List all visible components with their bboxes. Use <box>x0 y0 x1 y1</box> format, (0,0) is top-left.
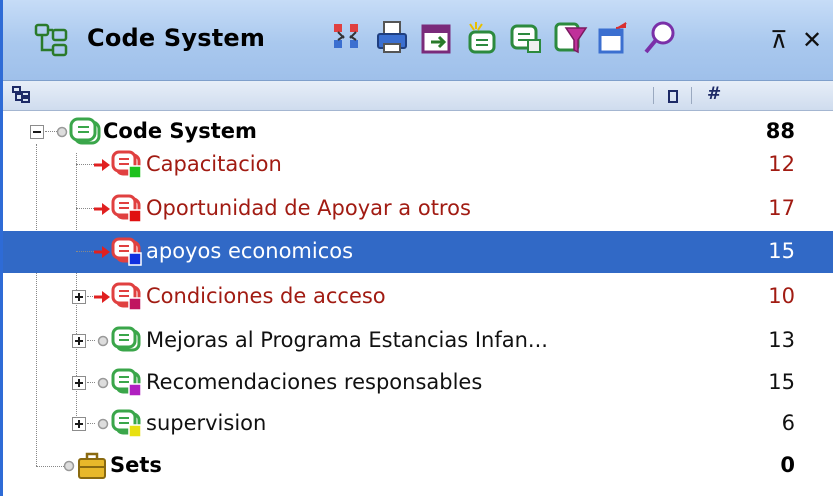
tree-row-sets[interactable]: Sets 0 <box>3 445 833 487</box>
column-separator[interactable] <box>653 87 654 104</box>
code-count: 17 <box>768 196 795 220</box>
sets-briefcase-icon <box>77 451 107 481</box>
code-label: Condiciones de acceso <box>146 284 386 308</box>
tree-row-code[interactable]: Condiciones de acceso 10 <box>3 276 833 318</box>
pin-panel-button[interactable]: ⊼ <box>770 26 788 54</box>
color-square-icon[interactable] <box>668 90 678 103</box>
code-label: supervision <box>146 411 267 435</box>
tree-structure-icon[interactable] <box>12 86 30 104</box>
code-label: Oportunidad de Apoyar a otros <box>146 196 471 220</box>
code-icon <box>111 326 143 356</box>
code-count: 15 <box>768 370 795 394</box>
tree-row-code[interactable]: supervision 6 <box>3 403 833 445</box>
tree-row-code[interactable]: Recomendaciones responsables 15 <box>3 362 833 404</box>
tree-row-code[interactable]: Mejoras al Programa Estancias Infan... 13 <box>3 320 833 362</box>
code-label: Capacitacion <box>146 152 282 176</box>
panel-title: Code System <box>87 24 266 52</box>
activated-arrow-icon <box>94 289 112 305</box>
code-count: 12 <box>768 152 795 176</box>
code-icon <box>111 409 143 439</box>
tree-root-label: Code System <box>103 119 257 143</box>
code-icon <box>111 282 143 312</box>
activated-arrow-icon <box>94 201 112 217</box>
code-count: 6 <box>781 411 795 435</box>
code-label: apoyos economicos <box>146 239 354 263</box>
code-system-tree-icon <box>33 22 69 58</box>
transfer-icon[interactable] <box>598 20 632 56</box>
sets-label: Sets <box>110 453 162 477</box>
expand-toggle[interactable] <box>72 290 86 304</box>
code-system-icon <box>69 117 103 147</box>
tree-row-code[interactable]: apoyos economicos 15 <box>3 231 833 273</box>
panel-header: Code System ⊼ ✕ <box>3 0 833 81</box>
status-dot-icon <box>56 126 68 138</box>
code-frequency-icon[interactable] <box>510 20 544 56</box>
print-icon[interactable] <box>376 20 410 56</box>
column-header: # <box>3 81 833 111</box>
column-separator[interactable] <box>691 87 692 104</box>
code-icon <box>111 237 143 267</box>
expand-toggle[interactable] <box>72 376 86 390</box>
status-dot-icon <box>97 418 109 430</box>
code-label: Mejoras al Programa Estancias Infan... <box>146 328 548 352</box>
code-count: 88 <box>765 119 795 143</box>
status-dot-icon <box>97 335 109 347</box>
code-system-panel: Code System ⊼ ✕ # Code System 88 Capacit… <box>0 0 833 496</box>
activated-arrow-icon <box>94 157 112 173</box>
close-panel-button[interactable]: ✕ <box>802 26 822 54</box>
collapse-all-icon[interactable] <box>330 20 364 56</box>
code-count: 15 <box>768 239 795 263</box>
status-dot-icon <box>63 460 75 472</box>
code-icon <box>111 150 143 180</box>
filter-icon[interactable] <box>554 20 588 56</box>
tree-row-code[interactable]: Oportunidad de Apoyar a otros 17 <box>3 188 833 230</box>
search-icon[interactable] <box>642 20 676 56</box>
code-count: 13 <box>768 328 795 352</box>
expand-toggle[interactable] <box>72 334 86 348</box>
expand-toggle[interactable] <box>72 417 86 431</box>
code-count: 10 <box>768 284 795 308</box>
code-icon <box>111 368 143 398</box>
new-code-icon[interactable] <box>466 20 500 56</box>
export-icon[interactable] <box>421 20 455 56</box>
collapse-toggle[interactable] <box>30 125 44 139</box>
activated-arrow-icon <box>94 244 112 260</box>
code-icon <box>111 194 143 224</box>
code-label: Recomendaciones responsables <box>146 370 483 394</box>
tree-row-code[interactable]: Capacitacion 12 <box>3 144 833 186</box>
sets-count: 0 <box>780 453 795 477</box>
status-dot-icon <box>97 377 109 389</box>
count-column-header[interactable]: # <box>707 84 721 104</box>
